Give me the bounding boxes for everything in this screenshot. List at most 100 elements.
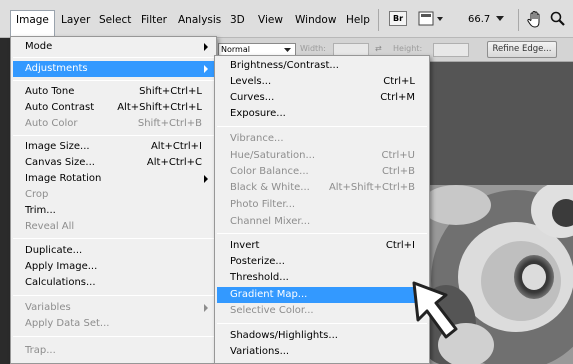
menu-item-label: Invert [230, 240, 260, 251]
refine-edge-button[interactable]: Refine Edge... [487, 41, 557, 58]
menu-item-curves[interactable]: Curves... Ctrl+M [217, 90, 427, 106]
menu-item-levels[interactable]: Levels... Ctrl+L [217, 74, 427, 90]
menu-separator [13, 295, 214, 296]
menu-item-hue-saturation: Hue/Saturation... Ctrl+U [217, 148, 427, 164]
menu-item-label: Apply Image... [25, 261, 98, 272]
shortcut-label: Shift+Ctrl+B [137, 118, 202, 129]
menu-item-variables: Variables [13, 300, 214, 316]
menu-view[interactable]: View [253, 11, 288, 29]
menu-item-label: Brightness/Contrast... [230, 60, 339, 71]
menu-separator [13, 80, 214, 81]
menu-3d[interactable]: 3D [225, 11, 250, 29]
menu-item-trim[interactable]: Trim... [13, 203, 214, 219]
menu-item-label: Vibrance... [230, 133, 284, 144]
screen-mode-icon[interactable] [418, 11, 444, 30]
menu-item-label: Trap... [25, 345, 56, 356]
height-label: Height: [393, 44, 423, 53]
submenu-arrow-icon [204, 304, 208, 312]
menu-item-auto-tone[interactable]: Auto Tone Shift+Ctrl+L [13, 84, 214, 100]
menu-filter[interactable]: Filter [136, 11, 172, 29]
menu-item-mode[interactable]: Mode [13, 39, 214, 55]
menu-item-trap: Trap... [13, 343, 214, 359]
shortcut-label: Alt+Ctrl+C [146, 157, 202, 168]
menubar-divider [518, 9, 519, 31]
menu-item-channel-mixer: Channel Mixer... [217, 214, 427, 230]
menu-item-label: Auto Tone [25, 86, 75, 97]
menu-item-label: Variables [25, 302, 71, 313]
menu-item-image-rotation[interactable]: Image Rotation [13, 171, 214, 187]
hand-tool-icon[interactable] [527, 10, 543, 31]
menu-item-exposure[interactable]: Exposure... [217, 106, 427, 122]
menu-separator [13, 135, 214, 136]
menu-item-label: Auto Contrast [25, 102, 95, 113]
menu-item-auto-contrast[interactable]: Auto Contrast Alt+Shift+Ctrl+L [13, 100, 214, 116]
style-value: Normal [221, 45, 250, 54]
menu-item-label: Variations... [230, 346, 290, 357]
menu-item-variations[interactable]: Variations... [217, 344, 427, 360]
menu-analysis[interactable]: Analysis [173, 11, 226, 29]
menu-image[interactable]: Image [10, 10, 55, 38]
height-field[interactable] [433, 43, 469, 57]
bridge-button[interactable]: Br [389, 11, 407, 26]
menu-item-image-size[interactable]: Image Size... Alt+Ctrl+I [13, 139, 214, 155]
menu-select[interactable]: Select [94, 11, 136, 29]
zoom-dropdown-icon [496, 16, 505, 21]
shortcut-label: Alt+Shift+Ctrl+B [328, 182, 415, 193]
menu-item-label: Hue/Saturation... [230, 150, 316, 161]
menu-window[interactable]: Window [290, 11, 341, 29]
menu-item-label: Canvas Size... [25, 157, 95, 168]
menu-separator [217, 126, 427, 127]
menu-item-label: Calculations... [25, 277, 96, 288]
menu-item-label: Curves... [230, 92, 275, 103]
menu-item-label: Auto Color [25, 118, 78, 129]
menu-item-label: Threshold... [230, 272, 289, 283]
chevron-down-icon [284, 48, 291, 52]
menu-item-shadows-highlights[interactable]: Shadows/Highlights... [217, 328, 427, 344]
menu-item-label: Apply Data Set... [25, 318, 110, 329]
menu-separator [217, 233, 427, 234]
menu-item-label: Gradient Map... [230, 289, 308, 300]
menu-item-label: Image Rotation [25, 173, 102, 184]
menu-item-selective-color: Selective Color... [217, 303, 427, 319]
menu-item-crop: Crop [13, 187, 214, 203]
menu-item-auto-color: Auto Color Shift+Ctrl+B [13, 116, 214, 132]
menu-item-label: Duplicate... [25, 245, 83, 256]
menu-item-apply-image[interactable]: Apply Image... [13, 259, 214, 275]
submenu-arrow-icon [204, 65, 208, 73]
menu-item-apply-data-set: Apply Data Set... [13, 316, 214, 332]
shortcut-label: Ctrl+U [381, 150, 416, 161]
menu-separator [13, 336, 214, 337]
menu-separator [13, 57, 214, 58]
menu-item-invert[interactable]: Invert Ctrl+I [217, 238, 427, 254]
menu-item-duplicate[interactable]: Duplicate... [13, 243, 214, 259]
zoom-level[interactable]: 66.7 [468, 11, 505, 29]
menu-item-canvas-size[interactable]: Canvas Size... Alt+Ctrl+C [13, 155, 214, 171]
menu-item-adjustments[interactable]: Adjustments [13, 61, 214, 77]
menu-separator [13, 238, 214, 239]
image-menu: Mode Adjustments Auto Tone Shift+Ctrl+L A… [10, 36, 217, 364]
menu-layer[interactable]: Layer [56, 11, 95, 29]
menu-item-photo-filter: Photo Filter... [217, 197, 427, 213]
menubar-divider [378, 9, 379, 31]
menu-item-calculations[interactable]: Calculations... [13, 275, 214, 291]
shortcut-label: Shift+Ctrl+L [139, 86, 202, 97]
menu-item-label: Adjustments [25, 63, 88, 74]
swap-icon[interactable]: ⇄ [375, 44, 382, 53]
menu-help[interactable]: Help [341, 11, 375, 29]
menu-item-brightness-contrast[interactable]: Brightness/Contrast... [217, 58, 427, 74]
zoom-tool-icon[interactable] [550, 11, 566, 30]
menu-item-label: Crop [25, 189, 49, 200]
menu-item-posterize[interactable]: Posterize... [217, 254, 427, 270]
menu-item-threshold[interactable]: Threshold... [217, 270, 427, 286]
menu-item-label: Photo Filter... [230, 199, 296, 210]
shortcut-label: Alt+Ctrl+I [150, 141, 202, 152]
menu-separator [217, 323, 427, 324]
shortcut-label: Ctrl+I [385, 240, 415, 251]
shortcut-label: Ctrl+L [383, 76, 415, 87]
menu-item-label: Black & White... [230, 182, 310, 193]
submenu-arrow-icon [204, 43, 208, 51]
shortcut-label: Ctrl+B [381, 166, 415, 177]
shortcut-label: Alt+Shift+Ctrl+L [117, 102, 202, 113]
menu-item-gradient-map[interactable]: Gradient Map... [217, 287, 427, 303]
menu-item-label: Levels... [230, 76, 272, 87]
